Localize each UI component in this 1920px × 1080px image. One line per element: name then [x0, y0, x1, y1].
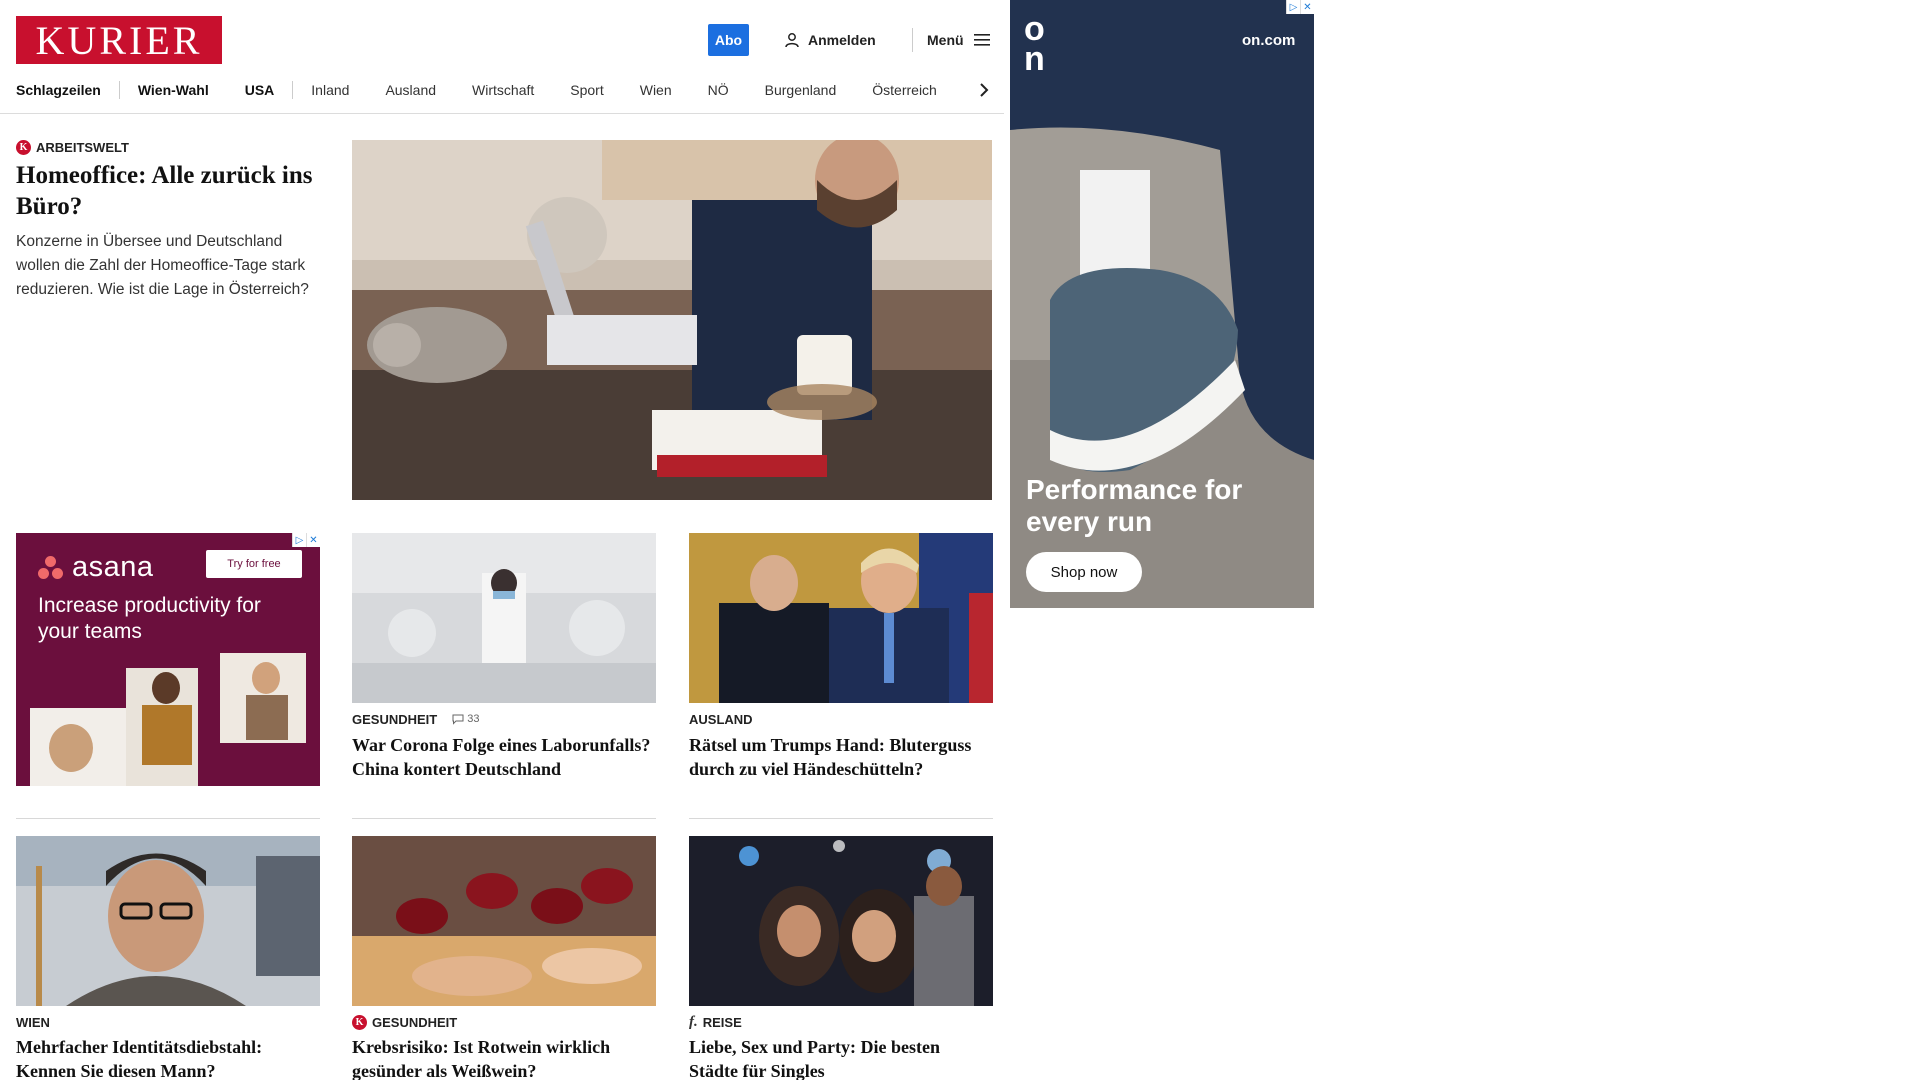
nav-item-burgenland[interactable]: Burgenland	[747, 80, 855, 100]
ad-info-icon[interactable]: ▷	[1286, 0, 1300, 14]
asana-brand: asana	[72, 551, 154, 583]
card-kicker-label: WIEN	[16, 1014, 50, 1030]
card-headline[interactable]: Liebe, Sex und Party: Die besten Städte …	[689, 1035, 993, 1080]
nav-item-noe[interactable]: NÖ	[690, 80, 747, 100]
nav-scroll-right-button[interactable]	[974, 78, 994, 102]
asana-ad[interactable]: asana Try for free Increase productivity…	[16, 533, 320, 786]
nav-item-sport[interactable]: Sport	[552, 80, 621, 100]
nav-item-wirtschaft[interactable]: Wirtschaft	[454, 80, 552, 100]
card-image-rotwein[interactable]	[352, 836, 656, 1006]
card-kicker-label: REISE	[702, 1014, 742, 1030]
on-shop-now-button[interactable]: Shop now	[1026, 552, 1142, 592]
card-kicker[interactable]: WIEN	[16, 1014, 50, 1030]
on-running-ad[interactable]: on on.com Performance for every run Shop…	[1010, 0, 1314, 608]
card-image-identitaet[interactable]	[16, 836, 320, 1006]
ad-close-icon[interactable]: ✕	[1300, 0, 1314, 14]
asana-people-illustration	[30, 653, 306, 786]
party-photo	[689, 836, 993, 1006]
user-icon	[785, 33, 799, 48]
card-divider	[16, 818, 320, 819]
lead-kicker[interactable]: K ARBEITSWELT	[16, 140, 129, 155]
card-headline[interactable]: Krebsrisiko: Ist Rotwein wirklich gesünd…	[352, 1035, 656, 1080]
nav-item-usa[interactable]: USA	[227, 80, 293, 100]
asana-dots-icon	[38, 555, 64, 580]
lead-kicker-label: ARBEITSWELT	[36, 140, 129, 155]
kurier-logo[interactable]: KURIER	[16, 16, 222, 64]
kurier-plus-icon: K	[16, 140, 31, 155]
comment-icon	[452, 714, 464, 725]
ad-close-icon[interactable]: ✕	[306, 533, 320, 547]
card-divider	[352, 818, 656, 819]
card-kicker[interactable]: K GESUNDHEIT	[352, 1014, 457, 1030]
abo-button[interactable]: Abo	[708, 24, 749, 56]
lead-teaser[interactable]: Konzerne in Übersee und Deutschland woll…	[16, 230, 322, 302]
card-kicker-label: GESUNDHEIT	[372, 1014, 458, 1030]
comment-count-value: 33	[467, 713, 480, 725]
ad-choices[interactable]: ▷ ✕	[292, 533, 320, 547]
card-kicker-label: AUSLAND	[689, 711, 753, 727]
card-image-singles[interactable]	[689, 836, 993, 1006]
reise-icon: f.	[689, 1013, 698, 1030]
wine-glasses-photo	[352, 836, 656, 1006]
politicians-photo	[689, 533, 993, 703]
card-image-corona[interactable]	[352, 533, 656, 703]
card-divider	[689, 818, 993, 819]
man-portrait-photo	[16, 836, 320, 1006]
asana-headline: Increase productivity for your teams	[38, 594, 261, 643]
card-kicker-label: GESUNDHEIT	[352, 711, 438, 727]
on-headline: Performance for every run	[1026, 474, 1243, 537]
card-image-trump[interactable]	[689, 533, 993, 703]
card-kicker[interactable]: AUSLAND	[689, 711, 753, 727]
section-nav: Schlagzeilen Wien-Wahl USA Inland Auslan…	[16, 78, 955, 102]
asana-logo: asana	[38, 551, 154, 584]
kurier-plus-icon: K	[352, 1014, 367, 1030]
chevron-right-icon	[980, 83, 989, 97]
login-button[interactable]: Anmelden	[784, 28, 876, 52]
nav-item-ausland[interactable]: Ausland	[367, 80, 454, 100]
nav-item-wien-wahl[interactable]: Wien-Wahl	[120, 80, 227, 100]
card-headline[interactable]: Rätsel um Trumps Hand: Bluterguss durch …	[689, 733, 993, 781]
card-kicker[interactable]: GESUNDHEIT 33	[352, 711, 479, 727]
hamburger-icon	[973, 34, 990, 46]
lab-photo	[352, 533, 656, 703]
asana-try-button[interactable]: Try for free	[206, 550, 302, 578]
on-logo: on	[1024, 10, 1045, 78]
menu-label: Menü	[927, 32, 964, 48]
comment-count[interactable]: 33	[452, 713, 479, 725]
card-kicker[interactable]: f. REISE	[689, 1014, 742, 1030]
on-url: on.com	[1242, 32, 1296, 49]
card-headline[interactable]: War Corona Folge eines Laborunfalls? Chi…	[352, 733, 656, 781]
nav-item-schlagzeilen[interactable]: Schlagzeilen	[16, 80, 119, 100]
ad-choices[interactable]: ▷ ✕	[1286, 0, 1314, 14]
homeoffice-photo	[352, 140, 992, 500]
lead-image[interactable]	[352, 140, 992, 500]
menu-button[interactable]: Menü	[912, 28, 990, 52]
login-label: Anmelden	[808, 32, 876, 48]
lead-headline[interactable]: Homeoffice: Alle zurück ins Büro?	[16, 160, 316, 222]
nav-item-inland[interactable]: Inland	[293, 80, 367, 100]
nav-item-oesterreich[interactable]: Österreich	[854, 80, 955, 100]
card-headline[interactable]: Mehrfacher Identitätsdiebstahl: Kennen S…	[16, 1035, 320, 1080]
site-header: KURIER Abo Anmelden Menü Schlagzeilen Wi…	[0, 0, 1004, 114]
ad-info-icon[interactable]: ▷	[292, 533, 306, 547]
nav-item-wien[interactable]: Wien	[622, 80, 690, 100]
